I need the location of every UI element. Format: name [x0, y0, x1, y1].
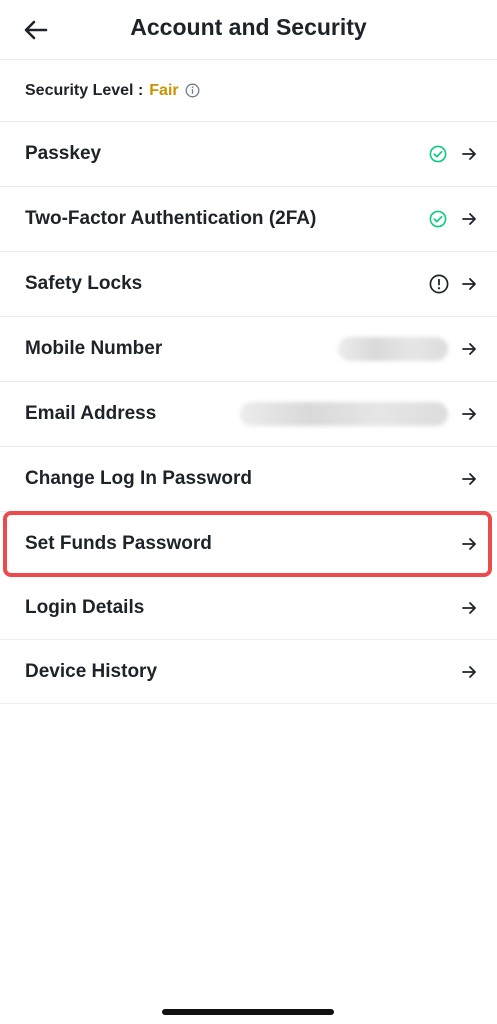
security-level-label: Security Level : — [25, 81, 144, 99]
security-level-value: Fair — [149, 81, 179, 99]
row-label: Login Details — [25, 596, 145, 618]
blurred-email-value — [240, 402, 448, 426]
row-device-history[interactable]: Device History — [0, 640, 497, 704]
row-label: Mobile Number — [25, 338, 163, 359]
arrow-right-icon — [461, 664, 477, 680]
row-mobile-number[interactable]: Mobile Number — [0, 317, 497, 382]
info-icon[interactable] — [185, 83, 200, 98]
arrow-right-icon — [461, 536, 477, 552]
alert-circle-icon — [429, 274, 449, 294]
row-label: Device History — [25, 660, 158, 682]
row-label: Set Funds Password — [25, 533, 212, 554]
row-label: Two-Factor Authentication (2FA) — [25, 208, 317, 229]
check-circle-icon — [429, 145, 447, 163]
arrow-right-icon — [461, 146, 477, 162]
row-email-address[interactable]: Email Address — [0, 382, 497, 447]
row-passkey[interactable]: Passkey — [0, 122, 497, 187]
arrow-right-icon — [461, 211, 477, 227]
header-bar: Account and Security — [0, 0, 497, 60]
row-label: Email Address — [25, 403, 157, 424]
row-set-funds-password[interactable]: Set Funds Password — [0, 512, 497, 576]
row-label: Safety Locks — [25, 273, 143, 294]
row-label: Passkey — [25, 143, 102, 164]
row-safety-locks[interactable]: Safety Locks — [0, 252, 497, 317]
arrow-right-icon — [461, 406, 477, 422]
arrow-right-icon — [461, 471, 477, 487]
row-change-login-password[interactable]: Change Log In Password — [0, 447, 497, 512]
blurred-mobile-value — [338, 337, 448, 361]
row-login-details[interactable]: Login Details — [0, 576, 497, 640]
arrow-right-icon — [461, 600, 477, 616]
arrow-right-icon — [461, 341, 477, 357]
security-level-row: Security Level : Fair — [0, 60, 497, 122]
row-label: Change Log In Password — [25, 468, 252, 489]
check-circle-icon — [429, 210, 447, 228]
row-two-factor-auth[interactable]: Two-Factor Authentication (2FA) — [0, 187, 497, 252]
arrow-right-icon — [461, 276, 477, 292]
home-indicator[interactable] — [162, 1009, 334, 1015]
page-title: Account and Security — [130, 14, 367, 40]
